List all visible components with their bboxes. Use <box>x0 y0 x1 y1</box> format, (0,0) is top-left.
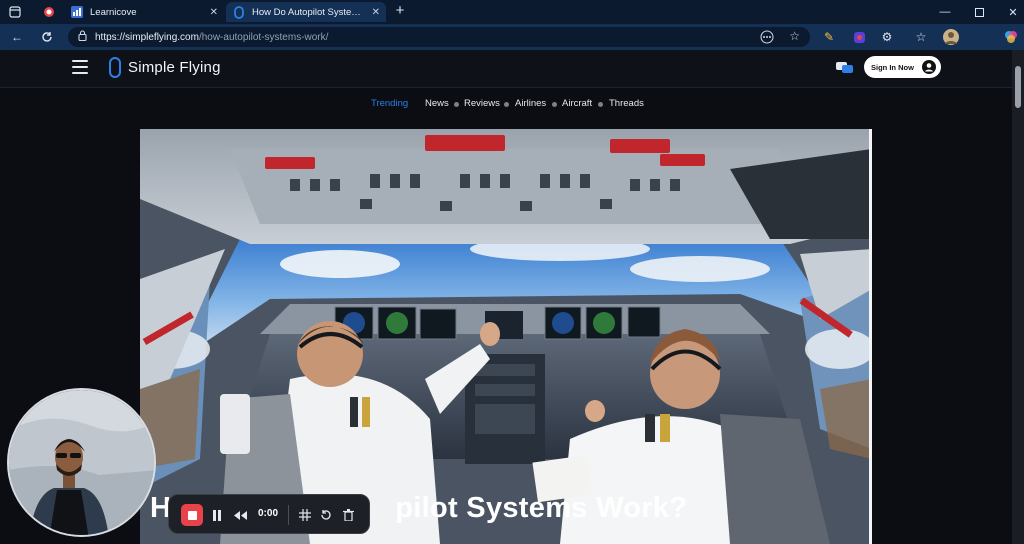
close-icon[interactable]: ✕ <box>372 7 380 18</box>
chat-icon[interactable] <box>836 60 854 76</box>
page-scrollbar[interactable] <box>1012 50 1024 544</box>
extensions-puzzle-icon[interactable]: ⚙ <box>878 28 896 46</box>
hero-image <box>140 129 872 544</box>
stop-icon <box>187 510 197 520</box>
nav-aircraft[interactable]: Aircraft <box>562 98 592 109</box>
new-tab-button[interactable]: + <box>393 2 407 19</box>
simpleflying-logo-icon[interactable] <box>109 57 121 78</box>
delete-icon[interactable] <box>339 506 357 524</box>
divider <box>288 505 289 525</box>
favorites-icon[interactable]: ☆ <box>912 28 930 46</box>
copilot-icon[interactable] <box>1002 28 1020 46</box>
simpleflying-logo-icon <box>232 5 246 19</box>
menu-icon[interactable] <box>72 60 88 74</box>
nav-airlines[interactable]: Airlines <box>515 98 546 109</box>
tab-learnicove[interactable]: Learnicove ✕ <box>64 2 224 22</box>
address-bar[interactable]: https://simpleflying.com /how-autopilot-… <box>68 27 810 47</box>
record-icon <box>42 5 56 19</box>
browser-toolbar: ← https://simpleflying.com /how-autopilo… <box>0 24 1024 50</box>
nav-news[interactable]: News <box>425 98 449 109</box>
close-window-button[interactable]: ✕ <box>996 0 1024 24</box>
site-brand[interactable]: Simple Flying <box>128 59 221 76</box>
tab-actions-icon[interactable] <box>8 5 22 19</box>
nav-separator <box>598 102 603 107</box>
nav-threads[interactable]: Threads <box>609 98 644 109</box>
nav-separator <box>552 102 557 107</box>
chart-icon <box>70 5 84 19</box>
grid-icon[interactable] <box>296 506 314 524</box>
sign-in-label: Sign In Now <box>871 62 914 72</box>
refresh-icon[interactable] <box>38 28 56 46</box>
nav-separator <box>504 102 509 107</box>
restart-icon[interactable] <box>317 506 335 524</box>
minimize-button[interactable]: — <box>928 0 962 24</box>
url-path: /how-autopilot-systems-work/ <box>198 31 329 43</box>
nav-reviews[interactable]: Reviews <box>464 98 500 109</box>
maximize-button[interactable] <box>962 0 996 24</box>
browser-tab-bar: Learnicove ✕ How Do Autopilot Systems Wo… <box>0 0 1024 24</box>
extension-pen-icon[interactable]: ✎ <box>820 28 838 46</box>
profile-avatar[interactable] <box>942 28 960 46</box>
tab-label: Learnicove <box>90 6 137 18</box>
back-icon[interactable]: ← <box>8 28 26 46</box>
sign-in-button[interactable]: Sign In Now <box>864 56 941 78</box>
nav-trending[interactable]: Trending <box>371 98 408 109</box>
webcam-overlay[interactable] <box>7 388 156 537</box>
nav-separator <box>454 102 459 107</box>
extension-shield-icon[interactable] <box>850 28 868 46</box>
tab-label: How Do Autopilot Systems Work? <box>252 6 366 18</box>
lock-icon <box>78 30 87 44</box>
site-header: Simple Flying Sign In Now <box>0 50 1012 88</box>
more-options-icon[interactable] <box>760 30 774 47</box>
tab-recorder[interactable] <box>36 2 62 22</box>
article-title-tail: pilot Systems Work? <box>395 492 688 524</box>
url-host: https://simpleflying.com <box>95 31 199 43</box>
tab-active-article[interactable]: How Do Autopilot Systems Work? ✕ <box>226 2 386 22</box>
star-icon[interactable]: ☆ <box>789 29 800 43</box>
recording-timer: 0:00 <box>258 508 279 519</box>
rewind-button[interactable] <box>231 506 249 524</box>
close-icon[interactable]: ✕ <box>210 7 218 18</box>
stop-record-button[interactable] <box>181 504 203 526</box>
recorder-controls: 0:00 <box>168 494 370 534</box>
user-icon <box>922 60 936 74</box>
scrollbar-thumb[interactable] <box>1015 66 1021 108</box>
pause-button[interactable] <box>208 506 226 524</box>
site-nav: Trending News Reviews Airlines Aircraft … <box>0 89 1012 119</box>
